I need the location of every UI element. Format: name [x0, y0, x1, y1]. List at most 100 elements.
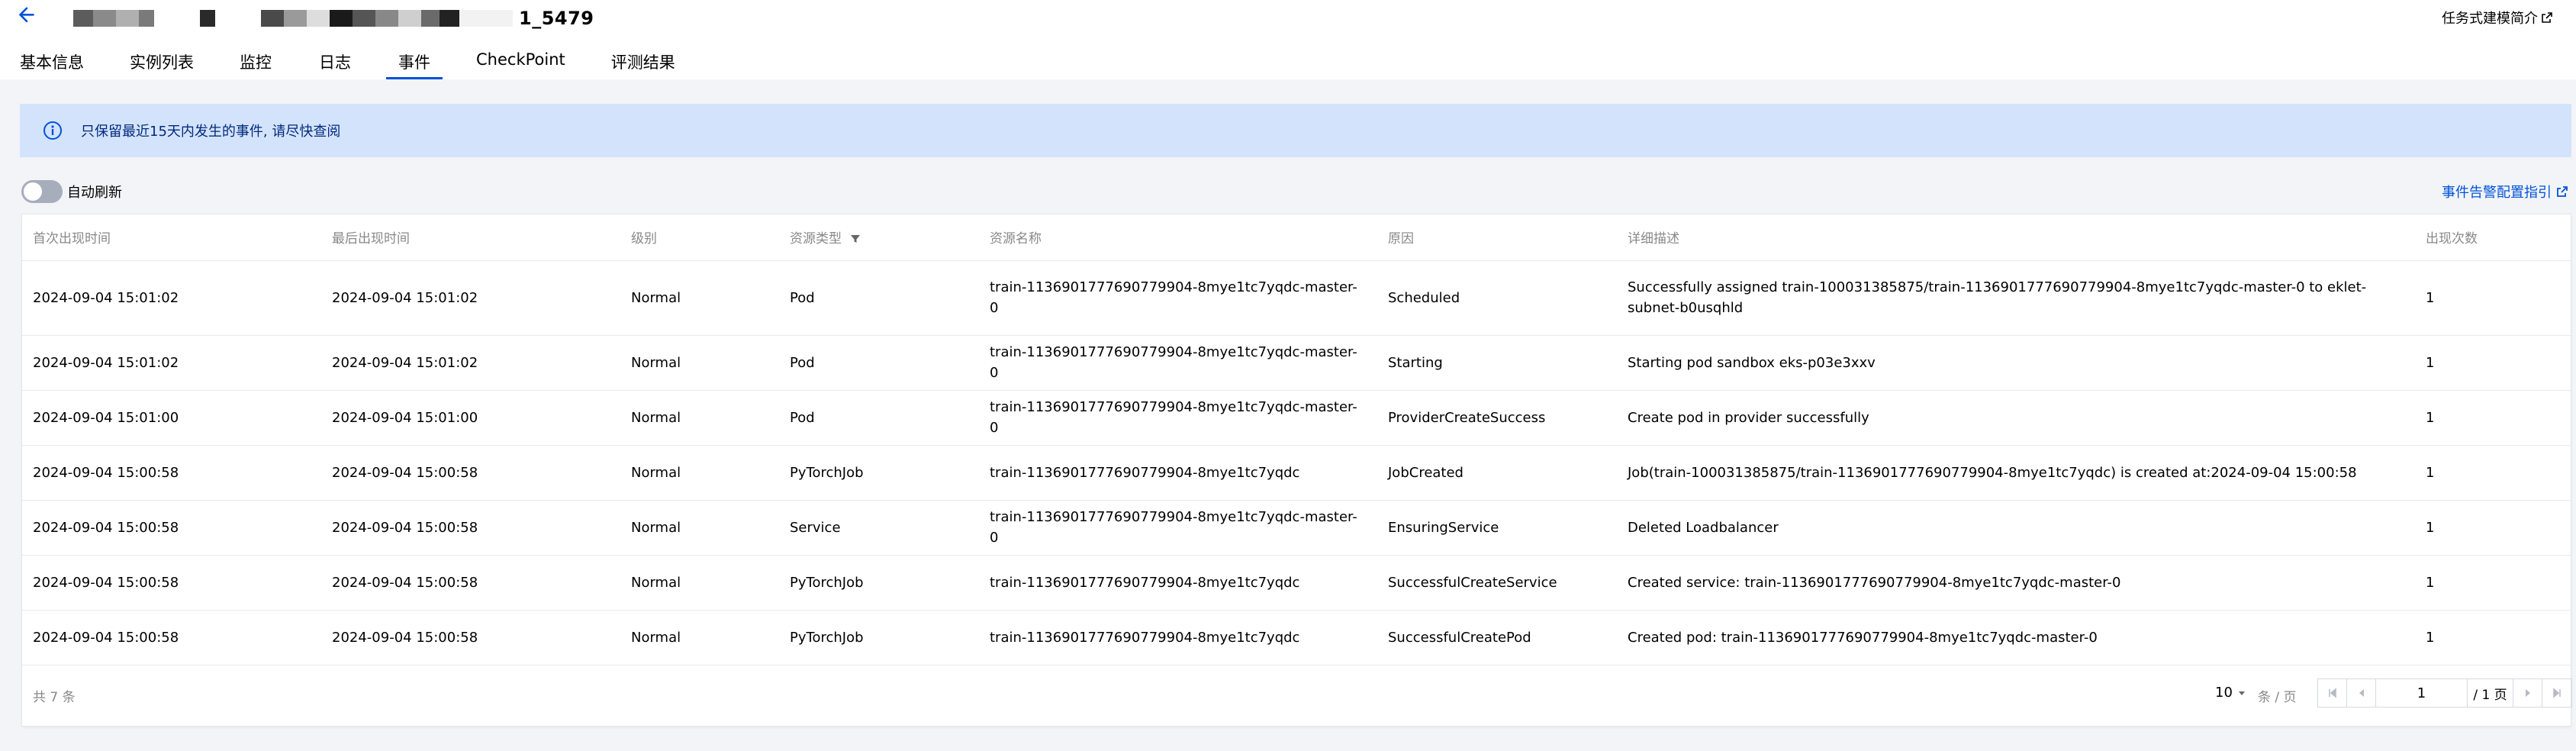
cell-level: Normal — [620, 500, 779, 556]
cell-first-seen: 2024-09-04 15:00:58 — [22, 500, 321, 556]
col-first-seen: 首次出现时间 — [22, 214, 321, 261]
cell-resource-type: PyTorchJob — [779, 610, 979, 666]
cell-last-seen: 2024-09-04 15:00:58 — [321, 555, 620, 611]
tab-monitor[interactable]: 监控 — [240, 47, 272, 79]
prev-page-icon — [2359, 689, 2364, 697]
table-footer: 共 7 条 10 条 / 页 / 1 页 — [22, 663, 2572, 727]
table-row: 2024-09-04 15:00:58 2024-09-04 15:00:58 … — [22, 500, 2572, 556]
pager: / 1 页 — [2317, 678, 2572, 707]
alert-text: 只保留最近15天内发生的事件, 请尽快查阅 — [81, 124, 341, 140]
first-page-button[interactable] — [2318, 679, 2347, 707]
back-arrow-icon[interactable] — [17, 5, 44, 32]
cell-resource-type: Pod — [779, 390, 979, 446]
cell-last-seen: 2024-09-04 15:01:02 — [321, 335, 620, 391]
cell-last-seen: 2024-09-04 15:01:00 — [321, 390, 620, 446]
cell-count: 1 — [2415, 610, 2572, 666]
info-icon — [43, 121, 62, 140]
cell-resource-type: Pod — [779, 335, 979, 391]
col-level: 级别 — [620, 214, 779, 261]
next-page-icon — [2525, 689, 2530, 697]
cell-level: Normal — [620, 445, 779, 501]
cell-last-seen: 2024-09-04 15:00:58 — [321, 500, 620, 556]
cell-description: Deleted Loadbalancer — [1617, 500, 2415, 556]
last-page-icon — [2553, 688, 2561, 698]
cell-resource-type: PyTorchJob — [779, 555, 979, 611]
events-table-card: 首次出现时间 最后出现时间 级别 资源类型 资源名称 原因 详细描述 出现次数 … — [21, 214, 2572, 727]
total-count: 共 7 条 — [33, 690, 76, 705]
page-number-input[interactable] — [2376, 679, 2468, 707]
cell-resource-name: train-1136901777690779904-8mye1tc7yqdc-m… — [979, 390, 1377, 446]
cell-first-seen: 2024-09-04 15:00:58 — [22, 445, 321, 501]
cell-reason: JobCreated — [1377, 445, 1617, 501]
cell-level: Normal — [620, 260, 779, 336]
cell-reason: EnsuringService — [1377, 500, 1617, 556]
page-size-value: 10 — [2215, 685, 2233, 701]
auto-refresh-toggle[interactable] — [21, 180, 63, 203]
cell-level: Normal — [620, 390, 779, 446]
cell-resource-type: Service — [779, 500, 979, 556]
filter-icon[interactable] — [850, 234, 861, 244]
cell-first-seen: 2024-09-04 15:00:58 — [22, 555, 321, 611]
cell-reason: SuccessfulCreatePod — [1377, 610, 1617, 666]
table-row: 2024-09-04 15:01:02 2024-09-04 15:01:02 … — [22, 335, 2572, 391]
cell-level: Normal — [620, 555, 779, 611]
col-reason: 原因 — [1377, 214, 1617, 261]
tab-instance-list[interactable]: 实例列表 — [130, 47, 194, 79]
col-description: 详细描述 — [1617, 214, 2415, 261]
page-size-select[interactable]: 10 — [2215, 685, 2246, 701]
events-table: 首次出现时间 最后出现时间 级别 资源类型 资源名称 原因 详细描述 出现次数 … — [22, 214, 2572, 666]
tab-evaluation[interactable]: 评测结果 — [611, 47, 675, 79]
intro-link-label: 任务式建模简介 — [2442, 11, 2538, 27]
cell-count: 1 — [2415, 500, 2572, 556]
cell-last-seen: 2024-09-04 15:01:02 — [321, 260, 620, 336]
cell-first-seen: 2024-09-04 15:00:58 — [22, 610, 321, 666]
cell-reason: SuccessfulCreateService — [1377, 555, 1617, 611]
last-page-button[interactable] — [2542, 679, 2571, 707]
caret-down-icon — [2238, 691, 2245, 695]
table-row: 2024-09-04 15:01:00 2024-09-04 15:01:00 … — [22, 390, 2572, 446]
table-row: 2024-09-04 15:00:58 2024-09-04 15:00:58 … — [22, 610, 2572, 666]
alarm-guide-label: 事件告警配置指引 — [2442, 185, 2552, 201]
table-row: 2024-09-04 15:00:58 2024-09-04 15:00:58 … — [22, 445, 2572, 501]
cell-count: 1 — [2415, 445, 2572, 501]
cell-resource-name: train-1136901777690779904-8mye1tc7yqdc — [979, 555, 1377, 611]
cell-reason: Starting — [1377, 335, 1617, 391]
cell-level: Normal — [620, 610, 779, 666]
table-row: 2024-09-04 15:01:02 2024-09-04 15:01:02 … — [22, 260, 2572, 336]
redacted-title-mask — [73, 10, 513, 27]
info-alert: 只保留最近15天内发生的事件, 请尽快查阅 — [20, 104, 2571, 157]
prev-page-button[interactable] — [2347, 679, 2376, 707]
tab-checkpoint[interactable]: CheckPoint — [476, 47, 565, 79]
cell-first-seen: 2024-09-04 15:01:02 — [22, 260, 321, 336]
cell-reason: Scheduled — [1377, 260, 1617, 336]
cell-resource-name: train-1136901777690779904-8mye1tc7yqdc — [979, 610, 1377, 666]
alarm-guide-link[interactable]: 事件告警配置指引 — [2442, 182, 2568, 201]
cell-description: Created service: train-11369017776907799… — [1617, 555, 2415, 611]
cell-count: 1 — [2415, 390, 2572, 446]
page-input-wrap — [2376, 679, 2468, 707]
auto-refresh-label: 自动刷新 — [67, 185, 122, 201]
col-resource-type: 资源类型 — [790, 231, 842, 247]
cell-resource-name: train-1136901777690779904-8mye1tc7yqdc-m… — [979, 260, 1377, 336]
col-count: 出现次数 — [2415, 214, 2572, 261]
cell-level: Normal — [620, 335, 779, 391]
cell-count: 1 — [2415, 555, 2572, 611]
external-link-icon — [2542, 12, 2552, 23]
col-resource-name: 资源名称 — [979, 214, 1377, 261]
cell-last-seen: 2024-09-04 15:00:58 — [321, 445, 620, 501]
cell-resource-name: train-1136901777690779904-8mye1tc7yqdc-m… — [979, 500, 1377, 556]
table-row: 2024-09-04 15:00:58 2024-09-04 15:00:58 … — [22, 555, 2572, 611]
next-page-button[interactable] — [2513, 679, 2542, 707]
col-last-seen: 最后出现时间 — [321, 214, 620, 261]
tab-basic-info[interactable]: 基本信息 — [20, 47, 84, 79]
col-resource-type-header[interactable]: 资源类型 — [779, 214, 979, 261]
cell-reason: ProviderCreateSuccess — [1377, 390, 1617, 446]
cell-count: 1 — [2415, 335, 2572, 391]
tab-logs[interactable]: 日志 — [319, 47, 351, 79]
page-header: 1_5479 任务式建模简介 基本信息 实例列表 监控 日志 事件 CheckP… — [0, 0, 2576, 79]
tab-events[interactable]: 事件 — [386, 47, 443, 79]
cell-description: Successfully assigned train-100031385875… — [1617, 260, 2415, 336]
cell-description: Starting pod sandbox eks-p03e3xxv — [1617, 335, 2415, 391]
cell-description: Job(train-100031385875/train-11369017776… — [1617, 445, 2415, 501]
intro-link[interactable]: 任务式建模简介 — [2442, 8, 2553, 27]
